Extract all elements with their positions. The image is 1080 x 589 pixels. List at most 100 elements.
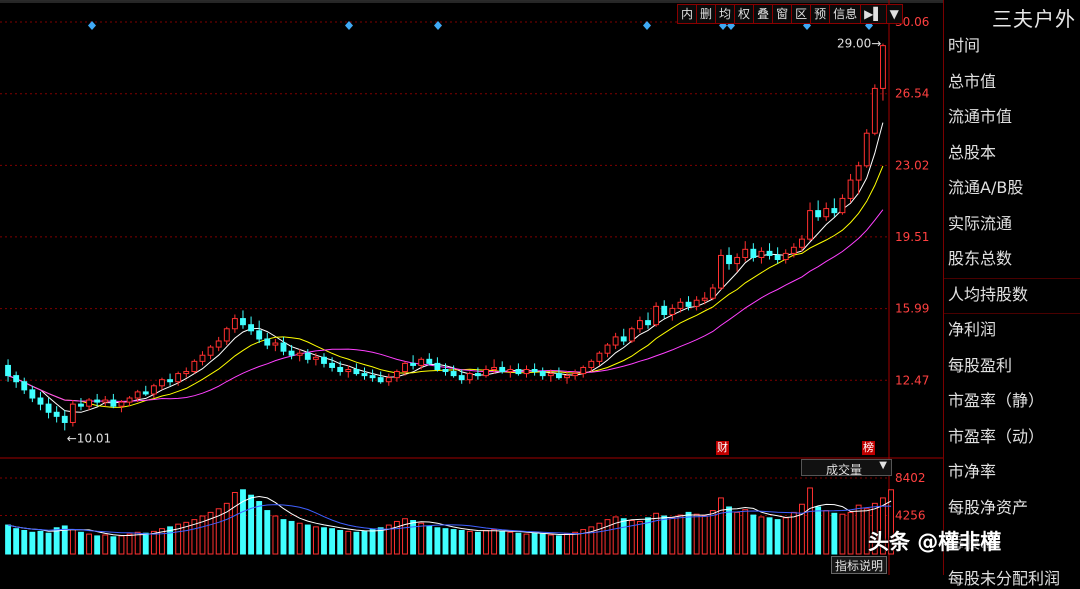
toolbar-button-7[interactable]: 预: [811, 5, 831, 23]
candle-body: [442, 369, 449, 373]
volume-bar: [636, 520, 643, 555]
toolbar-button-0[interactable]: 内: [678, 5, 698, 23]
toolbar-button-10[interactable]: ▼: [887, 5, 902, 23]
candle-body: [393, 371, 400, 379]
toolbar-button-8[interactable]: 信息: [830, 5, 862, 23]
candle-body: [369, 375, 376, 379]
candle-body: [385, 377, 392, 383]
candle-body: [86, 399, 92, 407]
candle-body: [183, 371, 190, 375]
volume-bar: [515, 532, 522, 555]
candle-body: [871, 87, 878, 134]
volume-bar: [353, 531, 360, 555]
candle-body: [523, 369, 530, 375]
volume-bar: [758, 516, 765, 555]
volume-bar: [69, 529, 76, 555]
volume-bar: [231, 491, 238, 555]
volume-bar: [450, 529, 457, 555]
volume-indicator-label: 成交量: [826, 463, 863, 477]
volume-bar: [458, 529, 465, 555]
volume-bar: [823, 510, 830, 555]
candle-body: [78, 403, 84, 407]
kline-chart[interactable]: 30.0626.5423.0219.5115.9912.4784024256 2…: [0, 0, 943, 575]
candle-body: [458, 375, 465, 381]
volume-bar: [474, 531, 481, 555]
candle-body: [175, 373, 182, 383]
toolbar-button-4[interactable]: 叠: [754, 5, 774, 23]
candle-body: [742, 248, 749, 258]
toolbar-button-6[interactable]: 区: [792, 5, 812, 23]
volume-tick-label: 8402: [895, 471, 926, 485]
candle-body: [564, 375, 570, 379]
volume-bar: [572, 531, 579, 555]
toolbar-button-1[interactable]: 删: [697, 5, 717, 23]
volume-bar: [555, 535, 562, 555]
candle-body: [612, 336, 619, 346]
candle-body: [329, 362, 336, 368]
candle-body: [353, 369, 360, 375]
candle-body: [21, 381, 28, 391]
toolbar-button-3[interactable]: 权: [735, 5, 755, 23]
candle-body: [248, 324, 255, 332]
list-marker[interactable]: 榜: [862, 441, 875, 455]
volume-bar: [248, 494, 255, 555]
volume-bar: [847, 511, 854, 555]
candle-body: [491, 366, 498, 371]
candle-body: [799, 238, 805, 248]
candle-body: [758, 250, 765, 258]
info-sidebar: 三夫户外 时间 总市值 流通市值 总股本 流通A/B股 实际流通 股东总数 人均持股数 净利润每…: [943, 0, 1080, 588]
candle-body: [823, 208, 830, 218]
volume-bar: [37, 530, 44, 555]
candle-body: [321, 356, 327, 364]
event-diamond-marker: [643, 21, 651, 30]
volume-bar: [677, 514, 684, 555]
volume-bar: [86, 533, 92, 555]
candle-body: [231, 318, 238, 330]
candle-body: [240, 318, 246, 326]
sidebar-divider: [944, 313, 1080, 314]
min-price-label: ←10.01: [67, 431, 111, 445]
candle-body: [361, 373, 368, 377]
toolbar-button-9[interactable]: ▶▌: [861, 5, 887, 23]
sidebar-field: 流通A/B股: [948, 178, 1024, 197]
volume-bar: [94, 535, 101, 555]
volume-bar: [523, 533, 530, 555]
candle-body: [191, 360, 198, 373]
volume-tick-label: 4256: [895, 509, 926, 523]
volume-bar: [126, 533, 133, 555]
candle-body: [410, 362, 417, 366]
volume-bar: [142, 532, 149, 555]
volume-bar: [272, 515, 279, 555]
volume-indicator-select[interactable]: 成交量 ▼: [801, 459, 892, 477]
candle-body: [256, 330, 263, 340]
volume-bar: [102, 534, 109, 555]
candle-body: [5, 364, 11, 377]
volume-bar: [78, 531, 84, 555]
volume-bar: [361, 530, 368, 555]
volume-bar: [13, 528, 20, 555]
volume-bar: [118, 535, 125, 555]
candle-body: [645, 320, 651, 326]
volume-bar: [831, 512, 838, 555]
volume-bar: [653, 512, 660, 555]
volume-bar: [466, 530, 473, 555]
candle-body: [596, 352, 603, 362]
candle-body: [312, 356, 319, 360]
volume-bar: [669, 517, 676, 555]
volume-bar: [855, 504, 862, 555]
volume-bar: [807, 487, 813, 555]
volume-bar: [750, 514, 757, 555]
volume-bar: [726, 506, 732, 555]
candle-body: [555, 373, 562, 379]
volume-bar: [693, 513, 700, 555]
volume-bar: [782, 517, 789, 555]
finance-marker[interactable]: 财: [716, 441, 729, 455]
volume-bar: [264, 510, 271, 555]
toolbar-button-5[interactable]: 窗: [773, 5, 793, 23]
candle-body: [774, 254, 781, 261]
volume-bar: [620, 518, 627, 555]
indicator-help-button[interactable]: 指标说明: [831, 556, 887, 574]
toolbar-button-2[interactable]: 均: [716, 5, 736, 23]
candle-body: [296, 352, 303, 356]
volume-bar: [337, 529, 344, 555]
